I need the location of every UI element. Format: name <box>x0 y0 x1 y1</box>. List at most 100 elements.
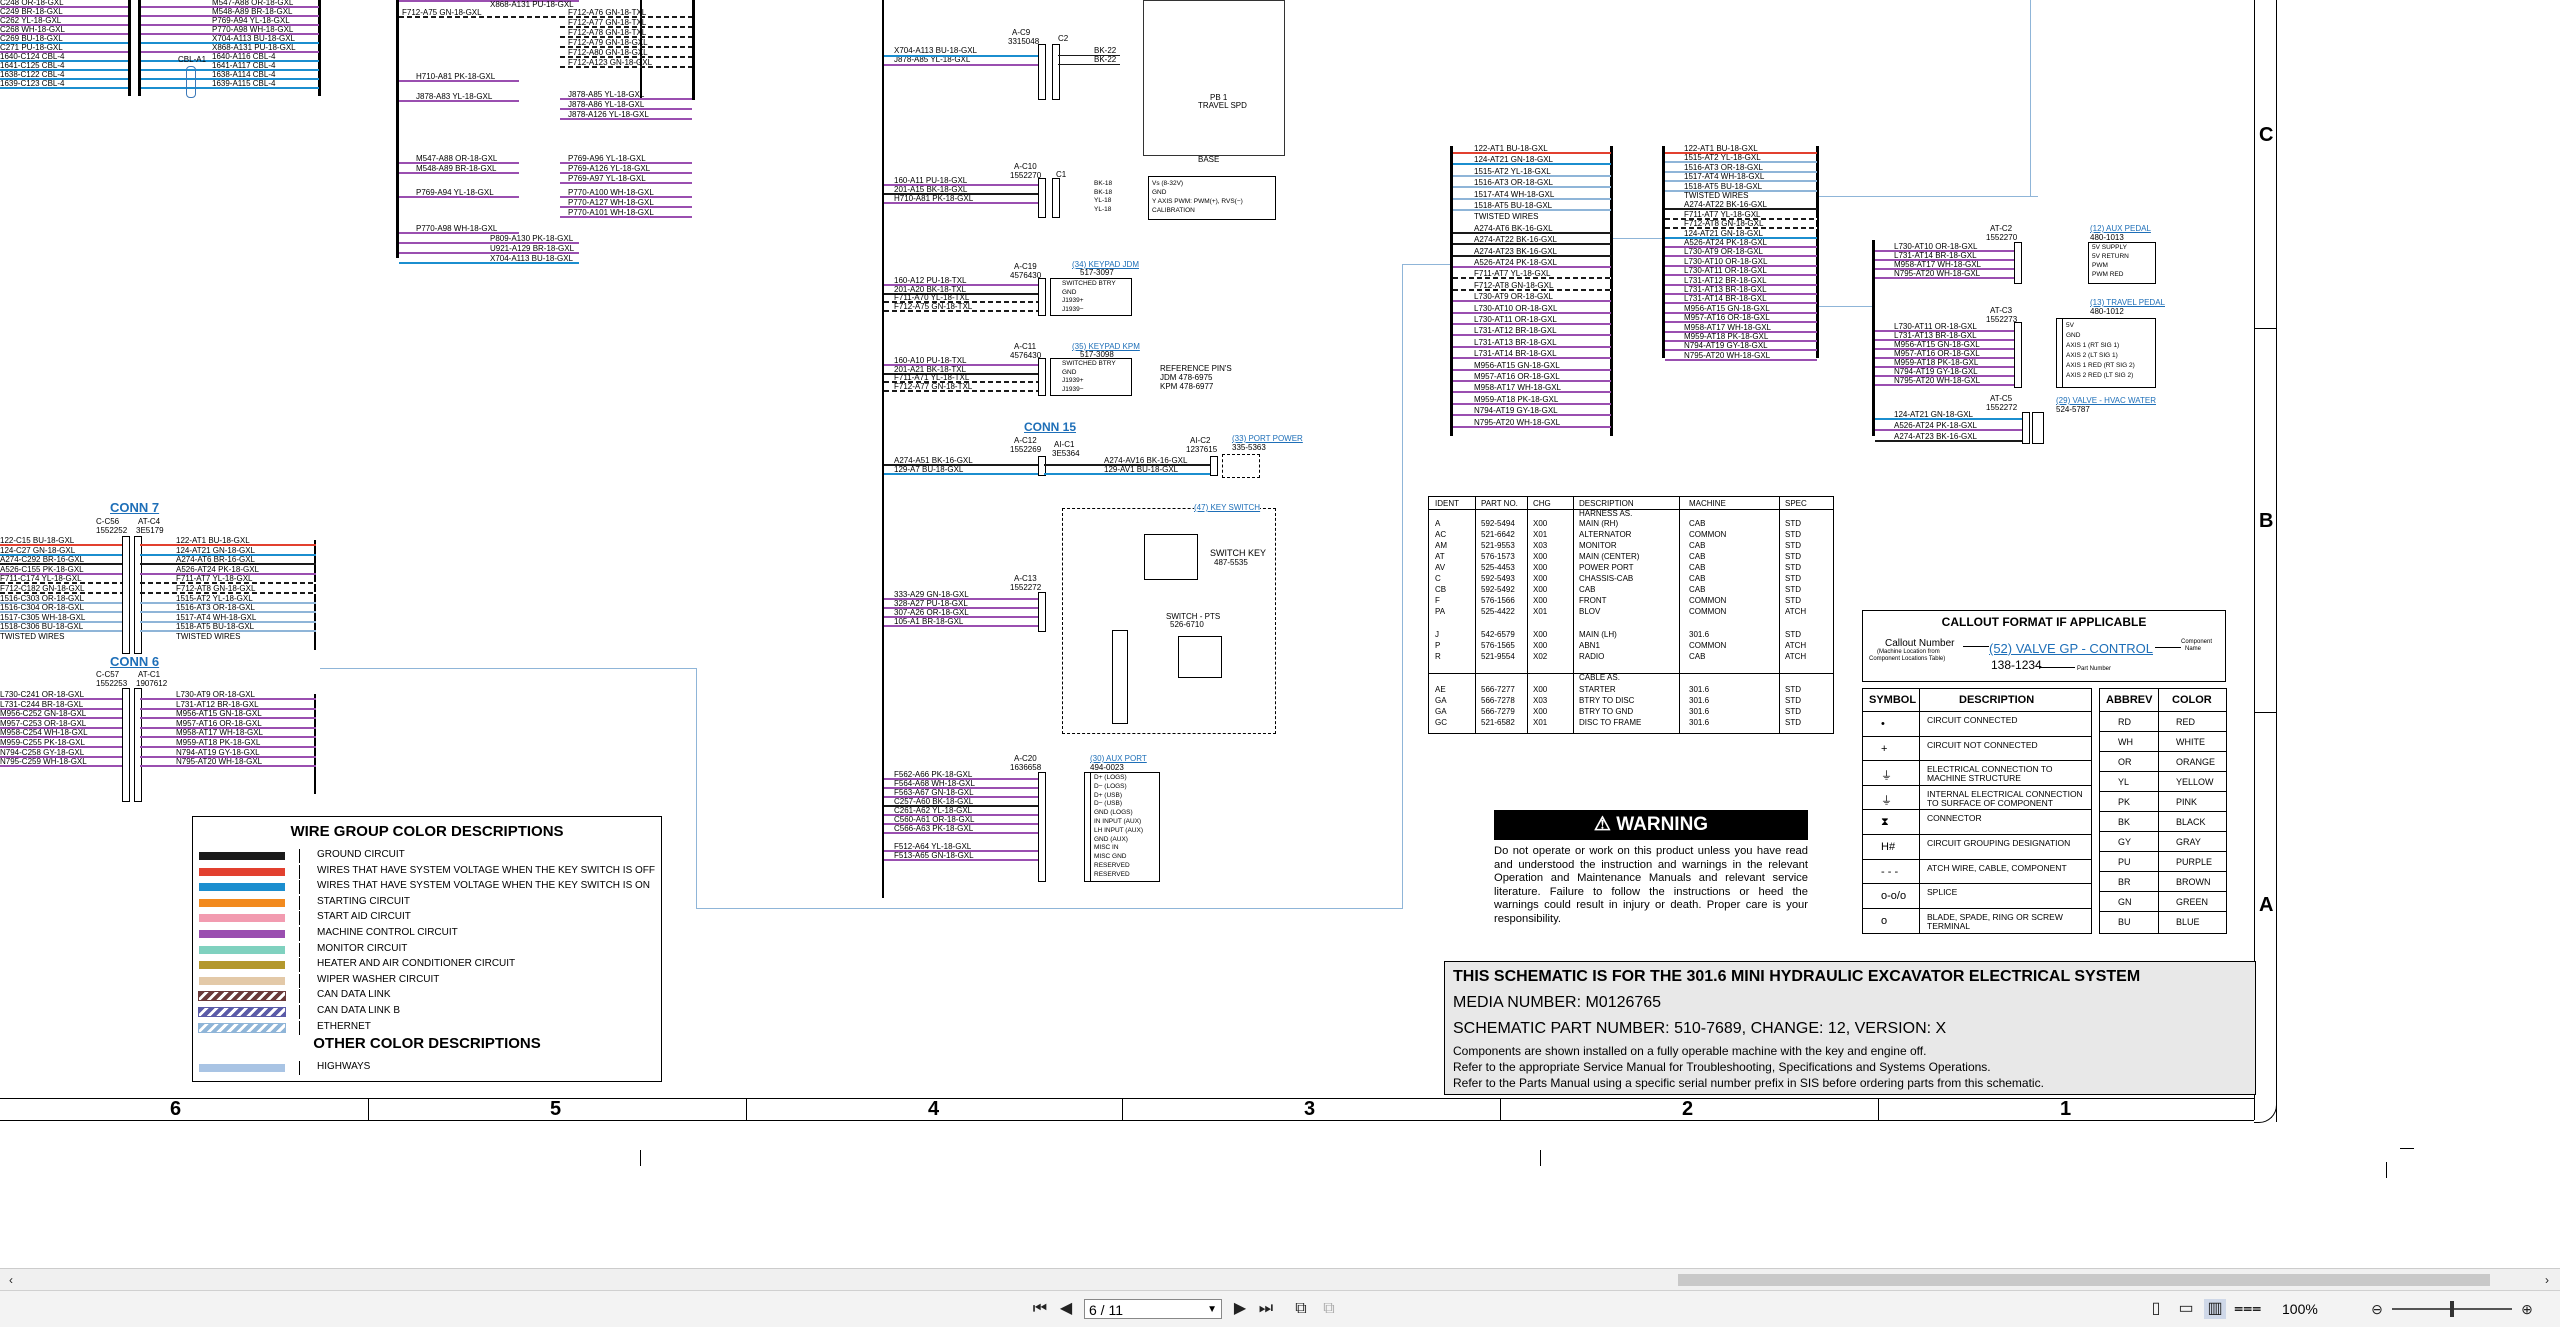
pin-label: D− (USB) <box>1094 800 1122 808</box>
aux-pedal-link[interactable]: (12) AUX PEDAL <box>2090 224 2151 233</box>
symbol-row: o-o/o SPLICE <box>1863 883 2091 908</box>
symbol-glyph-icon: ⧗ <box>1881 816 1889 829</box>
legend-divider <box>299 989 300 1004</box>
legend-label: WIRES THAT HAVE SYSTEM VOLTAGE WHEN THE … <box>317 880 651 892</box>
continuous-view-icon[interactable]: ▭ <box>2176 1299 2196 1319</box>
highway-line <box>696 668 697 908</box>
table-cell: P <box>1435 641 1441 650</box>
at-c5-num: 1552272 <box>1986 403 2018 412</box>
symbol-description: CIRCUIT GROUPING DESIGNATION <box>1927 838 2071 848</box>
conn6-link[interactable]: CONN 6 <box>110 654 159 669</box>
next-page-icon[interactable]: ▶ <box>1230 1299 1250 1319</box>
wire-label: M959-AT18 PK-18-GXL <box>1474 394 1559 404</box>
legend-label: GROUND CIRCUIT <box>317 849 405 860</box>
legend-row: ETHERNET <box>198 1020 655 1035</box>
wire-label: C560-A61 OR-18-GXL <box>894 815 975 824</box>
wire-label: M957-C253 OR-18-GXL <box>0 718 87 728</box>
c2-label: C2 <box>1058 34 1069 43</box>
single-page-view-icon[interactable]: ▯ <box>2146 1299 2166 1319</box>
wire-label: A526-AT24 PK-18-GXL <box>1474 258 1558 267</box>
table-divider <box>1429 673 1833 674</box>
pin-label: BK-18 <box>1094 188 1113 196</box>
table-cell: POWER PORT <box>1579 563 1634 572</box>
first-page-icon[interactable]: ⏮ <box>1030 1299 1050 1319</box>
scroll-left-arrow-icon[interactable]: ‹ <box>2 1270 20 1290</box>
key-switch-link[interactable]: (47) KEY SWITCH <box>1194 503 1261 512</box>
table-row: AE 566-7277 X00 STARTER 301.6 STD <box>1429 685 1833 695</box>
table-cell: 521-6642 <box>1481 530 1515 539</box>
wire-label: L730-AT10 OR-18-GXL <box>1474 303 1558 313</box>
pin-label: AXIS 1 (RT SIG 1) <box>2066 342 2120 349</box>
frame-outer-right <box>2276 0 2277 1122</box>
hvac-valve-link[interactable]: (29) VALVE - HVAC WATER <box>2056 396 2156 405</box>
right-harness-group: 122-AT1 BU-18-GXL 1515-AT2 YL-18-GXL 1516-… <box>1662 140 1832 362</box>
wire-label: M956-C252 GN-18-GXL <box>0 709 87 719</box>
two-page-view-icon[interactable]: ▥ <box>2204 1299 2226 1319</box>
wire-label: TWISTED WIRES <box>1684 191 1749 200</box>
page-select[interactable]: 6 / 11 ▼ <box>1084 1299 1222 1319</box>
color-abbrev: BR <box>2118 877 2131 887</box>
wire-label: F711-AT7 YL-18-GXL <box>1474 269 1551 279</box>
zoom-slider-knob[interactable] <box>2450 1301 2454 1317</box>
symbol-glyph-icon: H# <box>1881 841 1896 853</box>
zoom-out-icon[interactable]: ⊖ <box>2368 1299 2386 1319</box>
color-name: BROWN <box>2176 877 2211 887</box>
table-cell: CB <box>1435 585 1447 594</box>
table-cell: 592-5492 <box>1481 585 1515 594</box>
table-cell: RADIO <box>1579 652 1605 661</box>
conn7-link[interactable]: CONN 7 <box>110 500 159 515</box>
wire-label: 122-AT1 BU-18-GXL <box>1474 144 1548 153</box>
wire-label: C566-A63 PK-18-GXL <box>894 824 974 833</box>
port-power-link[interactable]: (33) PORT POWER <box>1232 434 1303 443</box>
prev-page-icon[interactable]: ◀ <box>1056 1299 1076 1319</box>
table-cell: 301.6 <box>1689 696 1710 705</box>
switch-pts-part: 526-6710 <box>1170 620 1204 629</box>
fit-page-icon[interactable]: ⧉ <box>1290 1299 1312 1319</box>
frame-zone-strip <box>0 1120 2254 1121</box>
callout-example-link[interactable]: (52) VALVE GP - CONTROL <box>1989 641 2153 656</box>
conn6-left-num: 1552253 <box>96 679 128 688</box>
wire-label: X704-A113 BU-18-GXL <box>212 34 296 43</box>
wire-label: C261-A62 YL-18-GXL <box>894 806 973 815</box>
wire-label: C269 BU-18-GXL <box>0 34 63 43</box>
zoom-in-icon[interactable]: ⊕ <box>2518 1299 2536 1319</box>
table-cell: X00 <box>1533 630 1548 639</box>
travel-pedal-link[interactable]: (13) TRAVEL PEDAL <box>2090 298 2165 307</box>
at-c5-id: AT-C5 <box>1990 394 2013 403</box>
color-name: GRAY <box>2176 837 2201 847</box>
ai-c1: AI-C1 <box>1054 440 1075 449</box>
table-cell: HARNESS AS. <box>1579 509 1633 518</box>
callout-component-name: Name <box>2185 646 2202 652</box>
wire-label: M957-AT16 OR-18-GXL <box>1894 349 1980 358</box>
pin-label: AXIS 1 RED (RT SIG 2) <box>2066 362 2135 369</box>
wire-label: 122-AT1 BU-18-GXL <box>176 536 250 545</box>
symbol-description: ELECTRICAL CONNECTION TO MACHINE STRUCTU… <box>1927 764 2053 784</box>
scroll-right-arrow-icon[interactable]: › <box>2538 1270 2556 1290</box>
symbol-row: - - - ATCH WIRE, CABLE, COMPONENT <box>1863 858 2091 884</box>
symbol-row: + CIRCUIT NOT CONNECTED <box>1863 735 2091 761</box>
conn15-link[interactable]: CONN 15 <box>1024 420 1076 434</box>
zoom-level[interactable]: 100% <box>2282 1299 2318 1319</box>
aux-port-link[interactable]: (30) AUX PORT <box>1090 754 1147 763</box>
wire-label: A526-AT24 PK-18-GXL <box>1684 238 1768 247</box>
callout-machine-location: (Machine Location from <box>1877 649 1940 655</box>
ai-c2: AI-C2 <box>1190 436 1211 445</box>
color-row: PU PURPLE <box>2100 851 2226 872</box>
scrollbar-thumb[interactable] <box>1678 1274 2490 1286</box>
last-page-icon[interactable]: ⏭ <box>1256 1299 1276 1319</box>
table-divider <box>1573 497 1574 733</box>
wire-label: F712-AT8 GN-18-GXL <box>1684 219 1764 229</box>
symbol-row: H# CIRCUIT GROUPING DESIGNATION <box>1863 834 2091 859</box>
wire-label: M957-AT16 OR-18-GXL <box>176 718 262 728</box>
wire-label: 307-A26 OR-18-GXL <box>894 608 969 617</box>
split-view-icon[interactable]: ⩶ <box>2234 1299 2261 1319</box>
wire-label: M958-AT17 WH-18-GXL <box>176 728 263 738</box>
pedal-group: AT-C2 1552270 (12) AUX PEDAL 480-1013 L7… <box>1866 210 2206 460</box>
legend-divider <box>299 880 300 895</box>
wire-label: C268 WH-18-GXL <box>0 25 65 34</box>
horizontal-scrollbar[interactable]: ‹ › <box>0 1268 2560 1291</box>
fit-width-icon[interactable]: ⧉ <box>1318 1299 1340 1319</box>
pin-label: GND <box>1152 189 1167 196</box>
symbol-description: ATCH WIRE, CABLE, COMPONENT <box>1927 862 2067 873</box>
zone-divider-cb <box>2254 328 2276 329</box>
